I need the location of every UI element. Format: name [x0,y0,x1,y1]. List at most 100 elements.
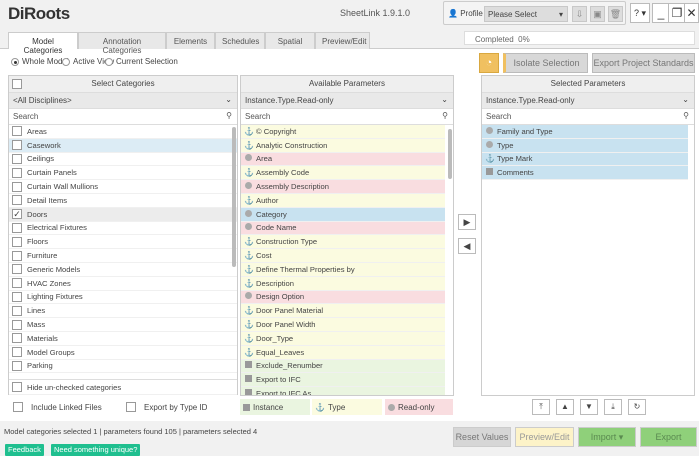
category-item[interactable]: Casework [9,138,237,153]
radio-whole-model[interactable]: Whole Model [11,57,69,66]
parameter-item[interactable]: ⚓ Assembly Code [241,166,445,181]
parameter-item[interactable]: ⚓ Equal_Leaves [241,345,445,360]
checkbox[interactable] [12,278,22,289]
scrollbar[interactable] [448,129,452,179]
category-item[interactable]: Furniture [9,249,237,263]
parameter-item[interactable]: ⚓ © Copyright [241,125,445,139]
parameter-item[interactable]: Code Name [241,221,445,236]
discipline-dropdown[interactable]: <All Disciplines> ⌄ [9,93,237,109]
checkbox[interactable]: ✓ [12,209,22,220]
category-item[interactable]: Ceilings [9,153,237,167]
parameter-item[interactable]: ⚓ Author [241,193,445,208]
parameter-item[interactable]: ⚓ Type Mark [482,152,688,167]
refresh-button[interactable]: ↻ [628,399,646,415]
remove-parameter-button[interactable]: ◀ [458,238,476,254]
parameter-item[interactable]: ⚓ Description [241,276,445,291]
isolate-selection-button[interactable]: Isolate Selection [503,53,588,73]
move-top-button[interactable]: ⤒ [532,399,550,415]
parameter-item[interactable]: ⚓ Cost [241,249,445,263]
import-button[interactable]: Import ▾ [578,427,636,447]
help-button[interactable]: ? ▾ [630,3,650,23]
tab-spatial[interactable]: Spatial [265,32,315,49]
category-item[interactable]: Model Groups [9,346,237,360]
radio-current-selection[interactable]: Current Selection [105,57,178,66]
delete-profile-icon[interactable]: 🗑 [608,6,623,22]
save-profile-icon[interactable]: ▣ [590,6,605,22]
profile-select[interactable]: Please Select ▾ [484,6,568,22]
checkbox[interactable] [12,319,22,330]
parameter-item[interactable]: Assembly Description [241,180,445,194]
legend-instance[interactable]: Instance [240,399,310,415]
parameter-item[interactable]: Area [241,152,445,167]
category-item[interactable]: Areas [9,125,237,139]
available-filter-dropdown[interactable]: Instance.Type.Read-only ⌄ [241,93,453,109]
category-item[interactable]: Detail Items [9,194,237,208]
hide-unchecked-checkbox[interactable]: Hide un-checked categories [9,379,237,395]
categories-search-input[interactable]: Search ⚲ [9,109,237,125]
checkbox[interactable] [12,181,22,192]
move-down-button[interactable]: ▼ [580,399,598,415]
checkbox[interactable] [12,222,22,233]
parameter-item[interactable]: ⚓ Door_Type [241,331,445,346]
parameter-item[interactable]: Design Option [241,290,445,305]
need-something-unique-button[interactable]: Need something unique? [51,444,141,456]
preview-edit-button[interactable]: Preview/Edit [515,427,574,447]
selected-filter-dropdown[interactable]: Instance.Type.Read-only ⌄ [482,93,694,109]
parameter-item[interactable]: Export to IFC As [241,387,445,395]
parameter-item[interactable]: Comments [482,166,688,181]
category-item[interactable]: Mass [9,318,237,332]
parameter-item[interactable]: ⚓ Door Panel Width [241,318,445,332]
parameter-item[interactable]: ⚓ Analytic Construction [241,138,445,153]
checkbox[interactable] [12,360,22,371]
category-item[interactable]: Curtain Panels [9,166,237,181]
checkbox[interactable] [12,153,22,164]
isolate-icon-button[interactable]: ◔ [479,53,499,73]
legend-readonly[interactable]: Read-only [385,399,453,415]
select-all-checkbox[interactable] [12,79,22,89]
tab-annotation-categories[interactable]: Annotation Categories [78,32,166,55]
selected-search-input[interactable]: Search ⚲ [482,109,694,125]
tab-schedules[interactable]: Schedules [215,32,265,49]
legend-type[interactable]: ⚓ Type [312,399,382,415]
category-item[interactable]: Electrical Fixtures [9,222,237,236]
parameter-item[interactable]: Family and Type [482,125,688,139]
parameter-item[interactable]: ⚓ Define Thermal Properties by [241,262,445,277]
export-project-standards-button[interactable]: Export Project Standards [592,53,695,73]
tab-elements[interactable]: Elements [166,32,215,49]
checkbox[interactable] [12,167,22,178]
export-by-type-id-checkbox[interactable]: Export by Type ID [123,399,207,415]
tab-preview-edit[interactable]: Preview/Edit [315,32,370,49]
load-profile-icon[interactable]: ⇩ [572,6,587,22]
scrollbar[interactable] [232,127,236,267]
checkbox[interactable] [12,333,22,344]
category-item[interactable]: HVAC Zones [9,277,237,291]
include-linked-files-checkbox[interactable]: Include Linked Files [10,399,102,415]
checkbox[interactable] [12,264,22,275]
checkbox[interactable] [12,250,22,261]
move-up-button[interactable]: ▲ [556,399,574,415]
category-item[interactable]: Lines [9,304,237,319]
category-item[interactable]: Materials [9,332,237,346]
checkbox[interactable] [12,291,22,302]
parameter-item[interactable]: Export to IFC [241,373,445,388]
checkbox[interactable] [12,126,22,137]
export-button[interactable]: Export [640,427,697,447]
add-parameter-button[interactable]: ▶ [458,214,476,230]
parameter-item[interactable]: ⚓ Construction Type [241,235,445,250]
parameter-item[interactable]: Type [482,138,688,153]
parameter-item[interactable]: Exclude_Renumber [241,359,445,374]
checkbox[interactable] [12,305,22,316]
checkbox[interactable] [12,140,22,151]
category-item[interactable]: Floors [9,235,237,250]
category-item[interactable]: Curtain Wall Mullions [9,180,237,194]
tab-model-categories[interactable]: Model Categories [8,32,78,55]
category-item[interactable]: Lighting Fixtures [9,291,237,305]
checkbox[interactable] [12,347,22,358]
feedback-button[interactable]: Feedback [5,444,44,456]
close-button[interactable]: ✕ [684,3,699,23]
category-item[interactable]: Parking [9,360,237,374]
parameter-item[interactable]: ⚓ Door Panel Material [241,304,445,319]
available-search-input[interactable]: Search ⚲ [241,109,453,125]
reset-values-button[interactable]: Reset Values [453,427,511,447]
category-item[interactable]: Generic Models [9,263,237,277]
